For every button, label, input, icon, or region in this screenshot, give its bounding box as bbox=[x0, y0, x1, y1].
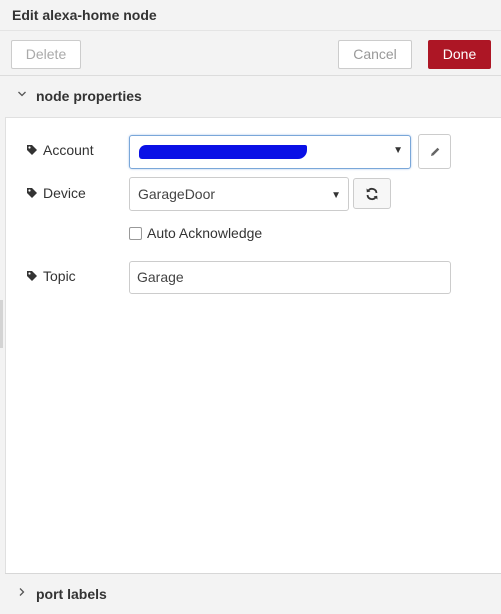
delete-button[interactable]: Delete bbox=[11, 40, 81, 69]
auto-acknowledge-checkbox[interactable] bbox=[129, 227, 142, 240]
cancel-button[interactable]: Cancel bbox=[338, 40, 412, 69]
topic-label-row: Topic bbox=[26, 268, 76, 284]
account-select[interactable]: ▼ bbox=[129, 135, 411, 169]
device-select[interactable]: GarageDoor ▼ bbox=[129, 177, 349, 211]
topic-input[interactable]: Garage bbox=[129, 261, 451, 294]
dialog-titlebar: Edit alexa-home node bbox=[0, 0, 501, 31]
section-node-properties[interactable]: node properties bbox=[5, 76, 501, 118]
redacted-account-value bbox=[139, 145, 307, 159]
tag-icon bbox=[26, 186, 38, 198]
auto-acknowledge-label: Auto Acknowledge bbox=[147, 225, 263, 241]
resize-handle[interactable] bbox=[0, 300, 3, 348]
chevron-right-icon bbox=[17, 586, 27, 600]
section-port-labels[interactable]: port labels bbox=[5, 573, 501, 614]
tag-icon bbox=[26, 143, 38, 155]
topic-label: Topic bbox=[43, 268, 76, 284]
caret-down-icon: ▼ bbox=[393, 145, 403, 156]
pencil-icon bbox=[428, 146, 442, 163]
device-label-row: Device bbox=[26, 185, 86, 201]
refresh-devices-button[interactable] bbox=[353, 178, 391, 209]
section-title-port-labels: port labels bbox=[36, 586, 107, 602]
chevron-down-icon bbox=[17, 88, 27, 102]
refresh-icon bbox=[365, 187, 379, 205]
dialog-title: Edit alexa-home node bbox=[12, 7, 157, 23]
section-title-node-properties: node properties bbox=[36, 88, 142, 104]
done-button[interactable]: Done bbox=[428, 40, 491, 69]
device-select-value: GarageDoor bbox=[138, 186, 216, 202]
device-label: Device bbox=[43, 185, 86, 201]
edit-node-dialog: Edit alexa-home node Delete Cancel Done … bbox=[0, 0, 501, 614]
edit-account-button[interactable] bbox=[418, 134, 451, 169]
dialog-toolbar: Delete Cancel Done bbox=[0, 31, 501, 76]
caret-down-icon: ▼ bbox=[331, 190, 341, 201]
account-label-row: Account bbox=[26, 142, 94, 158]
account-label: Account bbox=[43, 142, 94, 158]
auto-acknowledge-row[interactable]: Auto Acknowledge bbox=[129, 225, 262, 241]
tag-icon bbox=[26, 269, 38, 281]
